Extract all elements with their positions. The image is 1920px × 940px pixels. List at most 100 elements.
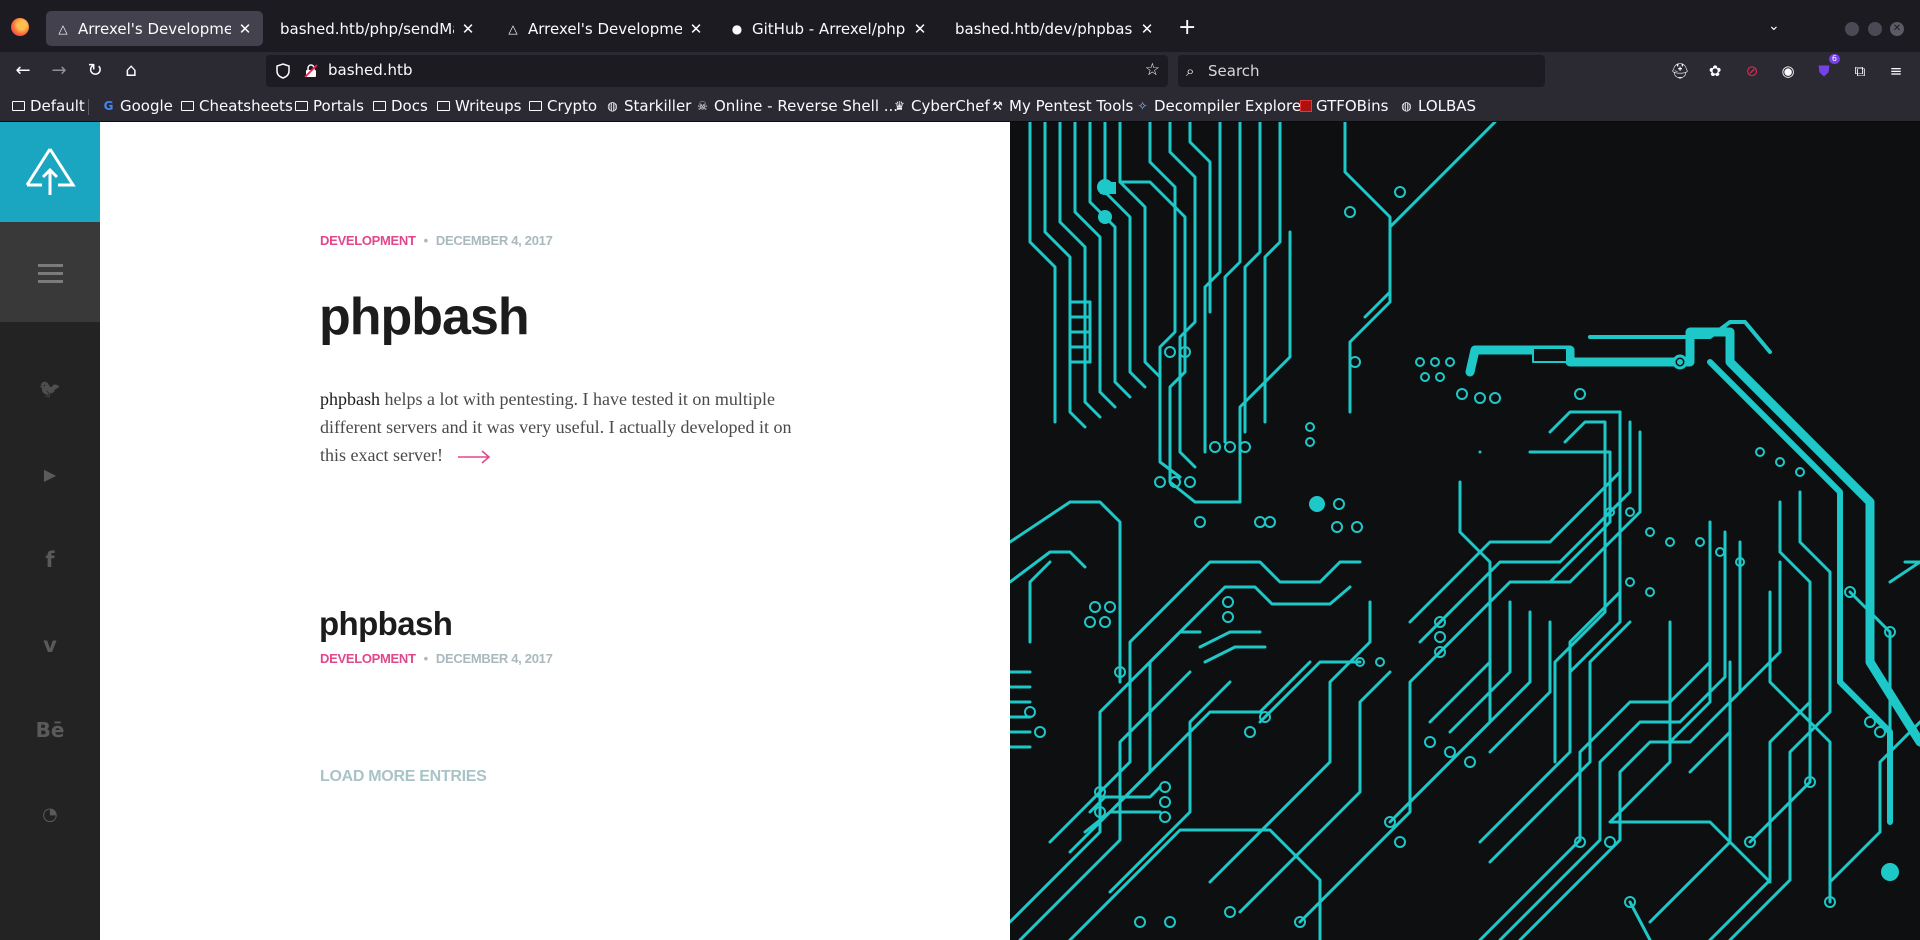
bookmark-writeups[interactable]: Writeups	[437, 95, 521, 117]
close-icon[interactable]: ✕	[237, 20, 253, 38]
firefox-icon[interactable]	[11, 18, 29, 36]
excerpt-text: helps a lot with pentesting. I have test…	[320, 389, 792, 465]
meta-separator: •	[423, 651, 429, 666]
decompiler-icon: ✧	[1137, 98, 1148, 113]
search-bar[interactable]: ⌕	[1178, 55, 1545, 87]
close-icon[interactable]: ✕	[688, 20, 704, 38]
folder-icon	[181, 101, 194, 111]
list-all-tabs-icon[interactable]: ⌄	[1768, 18, 1780, 34]
post-meta: DEVELOPMENT • DECEMBER 4, 2017	[320, 651, 553, 666]
arrow-right-icon[interactable]	[457, 450, 491, 464]
bookmark-default[interactable]: Default	[12, 95, 85, 117]
bookmark-lolbas[interactable]: ◍ LOLBAS	[1399, 95, 1476, 117]
folder-icon	[437, 101, 450, 111]
github-icon: ●	[731, 21, 743, 36]
reload-button[interactable]: ↻	[84, 60, 106, 82]
folder-icon	[295, 101, 308, 111]
tab-bar: △ Arrexel's Development Si ✕ bashed.htb/…	[0, 0, 1920, 56]
circuit-board-illustration	[1010, 122, 1920, 940]
search-input[interactable]	[1208, 60, 1528, 82]
bookmark-label: Decompiler Explorer	[1154, 97, 1308, 115]
tab-arrexel-2[interactable]: △ Arrexel's Development Si ✕	[496, 11, 714, 46]
bookmarks-toolbar: Default G Google Cheatsheets Portals Docs…	[0, 90, 1920, 122]
tab-arrexel-1[interactable]: △ Arrexel's Development Si ✕	[46, 11, 263, 46]
bookmark-star-icon[interactable]: ☆	[1145, 60, 1160, 80]
bookmark-label: LOLBAS	[1418, 97, 1477, 115]
folder-icon	[12, 101, 25, 111]
tab-title: Arrexel's Development Si	[528, 19, 682, 38]
meta-separator: •	[423, 233, 429, 248]
rss-icon[interactable]: ◔	[30, 800, 70, 830]
tab-title: GitHub - Arrexel/phpbash	[752, 19, 906, 38]
bookmark-reverse-shell[interactable]: ☠ Online - Reverse Shell ...	[695, 95, 898, 117]
bookmark-decompiler-explorer[interactable]: ✧ Decompiler Explorer	[1135, 95, 1307, 117]
load-more-button[interactable]: LOAD MORE ENTRIES	[320, 768, 487, 786]
tab-phpbash[interactable]: bashed.htb/dev/phpbash.php ✕	[945, 11, 1165, 46]
post-category[interactable]: DEVELOPMENT	[320, 233, 416, 248]
folder-icon	[373, 101, 386, 111]
bookmark-gtfobins[interactable]: GTFOBins	[1300, 95, 1388, 117]
home-button[interactable]: ⌂	[120, 60, 142, 82]
globe-icon: ◍	[607, 98, 618, 113]
lock-icon[interactable]	[304, 64, 318, 78]
shield-icon[interactable]	[276, 63, 290, 79]
bookmark-cyberchef[interactable]: ♛ CyberChef	[892, 95, 990, 117]
bookmark-crypto[interactable]: Crypto	[529, 95, 597, 117]
bookmark-label: GTFOBins	[1316, 97, 1389, 115]
url-text[interactable]: bashed.htb	[328, 61, 412, 79]
folder-icon	[529, 101, 542, 111]
globe-icon: ◍	[1401, 98, 1412, 113]
gtfobins-icon	[1300, 100, 1312, 112]
logo-icon	[25, 148, 76, 195]
arrexel-favicon-icon: △	[58, 21, 68, 36]
extensions-icon[interactable]: ⧉	[1850, 61, 1870, 81]
close-icon[interactable]: ✕	[460, 20, 476, 38]
site-logo[interactable]	[0, 122, 100, 222]
post-category[interactable]: DEVELOPMENT	[320, 651, 416, 666]
close-icon[interactable]: ✕	[912, 20, 928, 38]
minimize-button[interactable]	[1845, 22, 1859, 36]
chef-icon: ♛	[894, 98, 905, 113]
tab-title: Arrexel's Development Si	[78, 19, 231, 38]
shield-extension-icon[interactable]: ⛊ 6	[1814, 54, 1840, 81]
post-meta: DEVELOPMENT • DECEMBER 4, 2017	[320, 233, 553, 248]
bookmark-google[interactable]: G Google	[101, 95, 173, 117]
close-icon[interactable]: ✕	[1139, 20, 1155, 38]
search-icon: ⌕	[1186, 62, 1195, 80]
record-extension-icon[interactable]: ◉	[1778, 61, 1798, 81]
bookmark-label: Cheatsheets	[199, 97, 293, 115]
youtube-icon[interactable]: ▶	[30, 460, 70, 490]
tab-title: bashed.htb/dev/phpbash.php	[955, 19, 1133, 38]
hamburger-icon[interactable]	[38, 264, 63, 288]
ublock-extension-icon[interactable]: ⊘	[1742, 61, 1762, 81]
post-title[interactable]: phpbash	[319, 287, 530, 347]
tab-sendmail[interactable]: bashed.htb/php/sendMail.ph ✕	[270, 11, 486, 46]
maximize-button[interactable]	[1868, 22, 1882, 36]
twitter-icon[interactable]: 🐦	[30, 375, 70, 405]
facebook-icon[interactable]: f	[30, 545, 70, 575]
bookmark-label: Google	[120, 97, 173, 115]
hat-extension-icon[interactable]: ⛑	[1670, 61, 1690, 81]
url-bar[interactable]: bashed.htb ☆	[266, 55, 1168, 87]
bookmark-starkiller[interactable]: ◍ Starkiller	[605, 95, 691, 117]
cookie-extension-icon[interactable]: ✿	[1705, 61, 1725, 81]
behance-icon[interactable]: Bē	[30, 715, 70, 745]
post-title[interactable]: phpbash	[319, 605, 453, 643]
bookmark-pentest-tools[interactable]: ⚒ My Pentest Tools	[990, 95, 1133, 117]
bookmark-portals[interactable]: Portals	[295, 95, 364, 117]
bookmark-cheatsheets[interactable]: Cheatsheets	[181, 95, 293, 117]
post-excerpt: phpbash helps a lot with pentesting. I h…	[320, 385, 800, 469]
tab-title: bashed.htb/php/sendMail.ph	[280, 19, 454, 38]
site-sidebar: 🐦 ▶ f v Bē ◔	[0, 122, 100, 940]
forward-button[interactable]: →	[48, 60, 70, 82]
bookmark-docs[interactable]: Docs	[373, 95, 428, 117]
menu-icon[interactable]: ≡	[1886, 61, 1906, 81]
separator	[88, 99, 89, 115]
vimeo-icon[interactable]: v	[30, 630, 70, 660]
close-window-button[interactable]: ✕	[1890, 22, 1904, 36]
back-button[interactable]: ←	[12, 60, 34, 82]
new-tab-button[interactable]: +	[1178, 16, 1196, 40]
tab-github[interactable]: ● GitHub - Arrexel/phpbash ✕	[720, 11, 938, 46]
bookmark-label: CyberChef	[911, 97, 990, 115]
excerpt-strong: phpbash	[320, 389, 380, 409]
